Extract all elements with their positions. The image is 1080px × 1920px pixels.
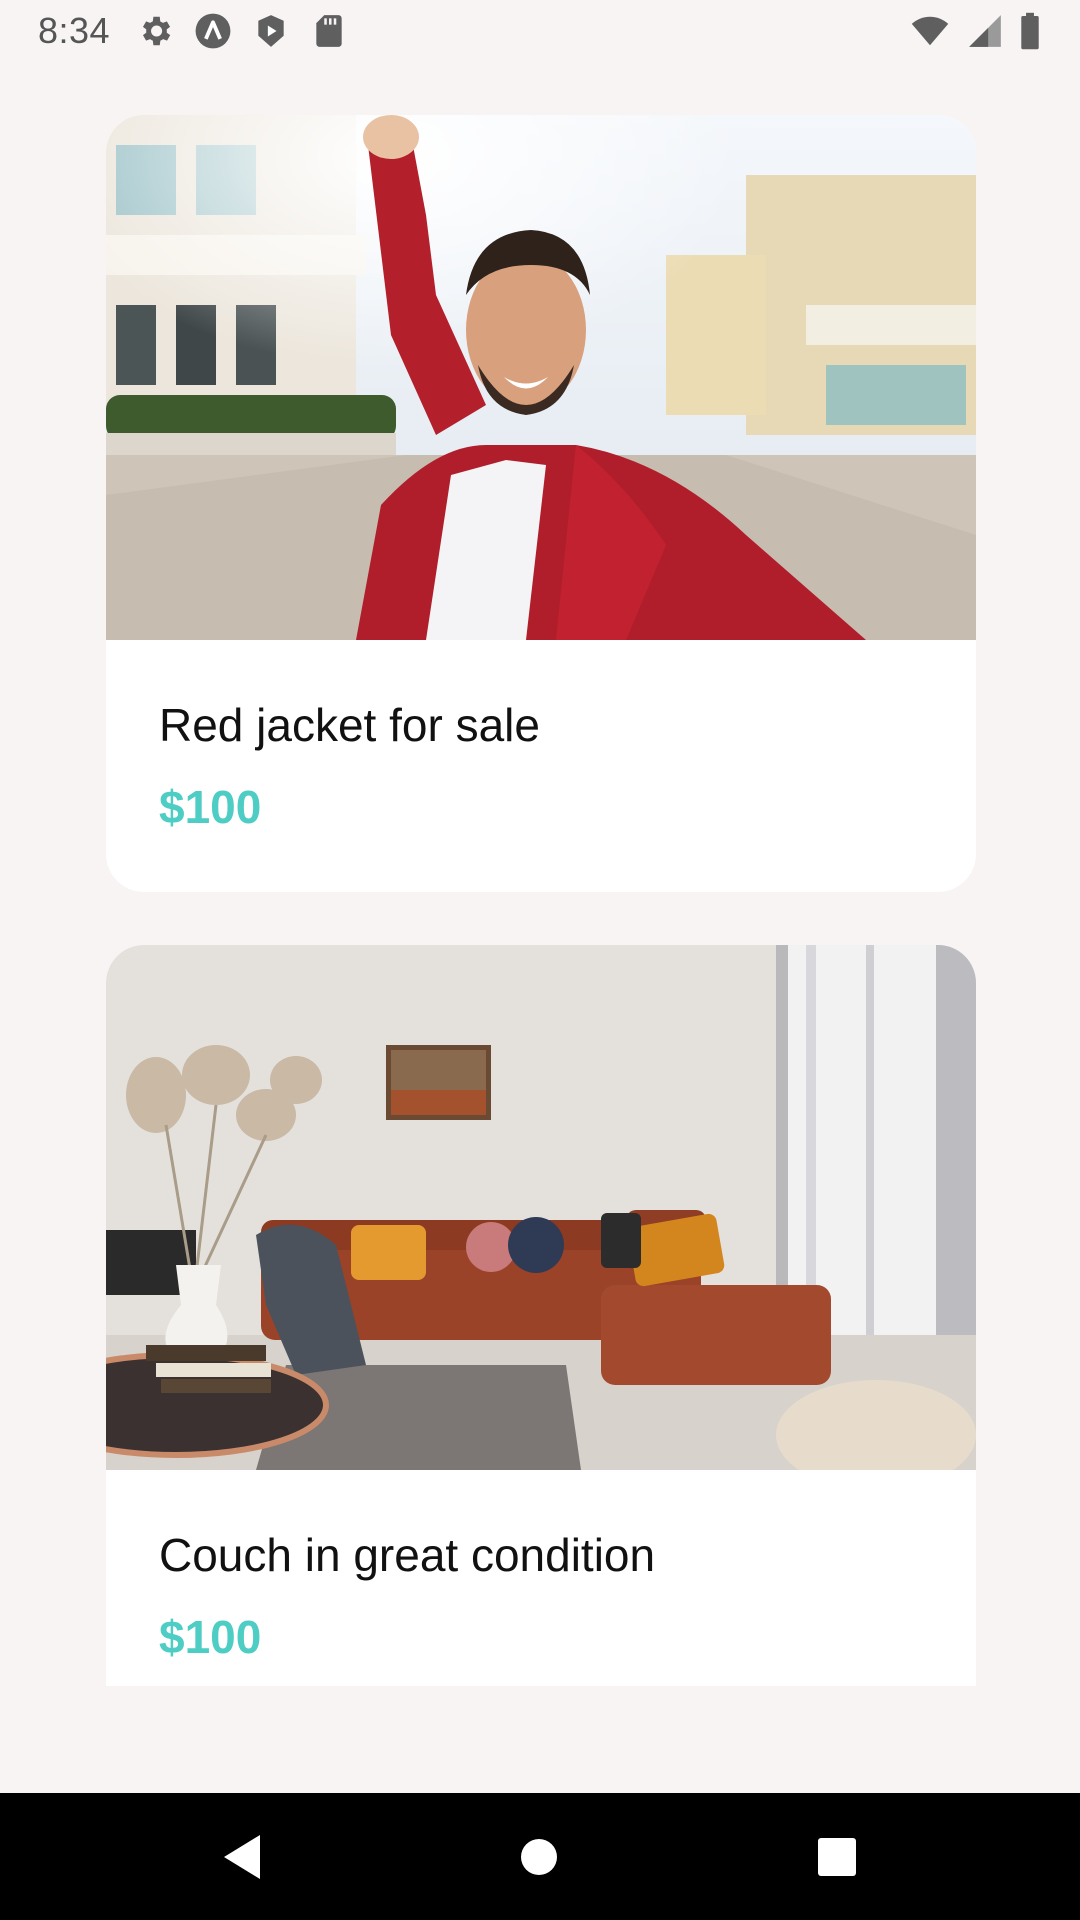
recents-button[interactable] xyxy=(809,1829,865,1885)
back-icon xyxy=(224,1835,260,1879)
sd-card-icon xyxy=(316,15,342,47)
listing-card[interactable]: Couch in great condition $100 xyxy=(106,945,976,1686)
play-store-icon xyxy=(258,15,284,47)
navigation-bar xyxy=(0,1793,1080,1920)
app-a-icon xyxy=(195,13,231,49)
listing-price: $100 xyxy=(159,1611,262,1663)
listing-title: Couch in great condition xyxy=(159,1529,656,1581)
screen: 8:34 Red jacket for sale $100 Couch in g… xyxy=(0,0,1080,1920)
listing-body: Couch in great condition $100 xyxy=(106,1470,976,1686)
status-time: 8:34 xyxy=(38,10,111,51)
man-in-red-jacket-photo xyxy=(106,115,976,640)
living-room-photo xyxy=(106,945,976,1470)
battery-icon xyxy=(1021,12,1039,50)
status-system-icons xyxy=(908,12,1042,50)
settings-icon xyxy=(142,16,171,46)
wifi-icon xyxy=(911,16,949,46)
cell-signal-icon xyxy=(969,15,1001,47)
home-icon xyxy=(521,1839,557,1875)
status-bar: 8:34 xyxy=(0,0,1080,64)
home-button[interactable] xyxy=(511,1829,567,1885)
recents-icon xyxy=(818,1838,856,1876)
listing-image[interactable] xyxy=(106,115,976,640)
back-button[interactable] xyxy=(214,1829,270,1885)
listing-title: Red jacket for sale xyxy=(159,699,540,751)
listing-body: Red jacket for sale $100 xyxy=(106,640,976,892)
listing-image[interactable] xyxy=(106,945,976,1470)
listing-price: $100 xyxy=(159,781,262,833)
listings-feed[interactable]: Red jacket for sale $100 Couch in great … xyxy=(106,115,976,1739)
status-notification-icons xyxy=(136,12,348,50)
listing-card[interactable]: Red jacket for sale $100 xyxy=(106,115,976,892)
